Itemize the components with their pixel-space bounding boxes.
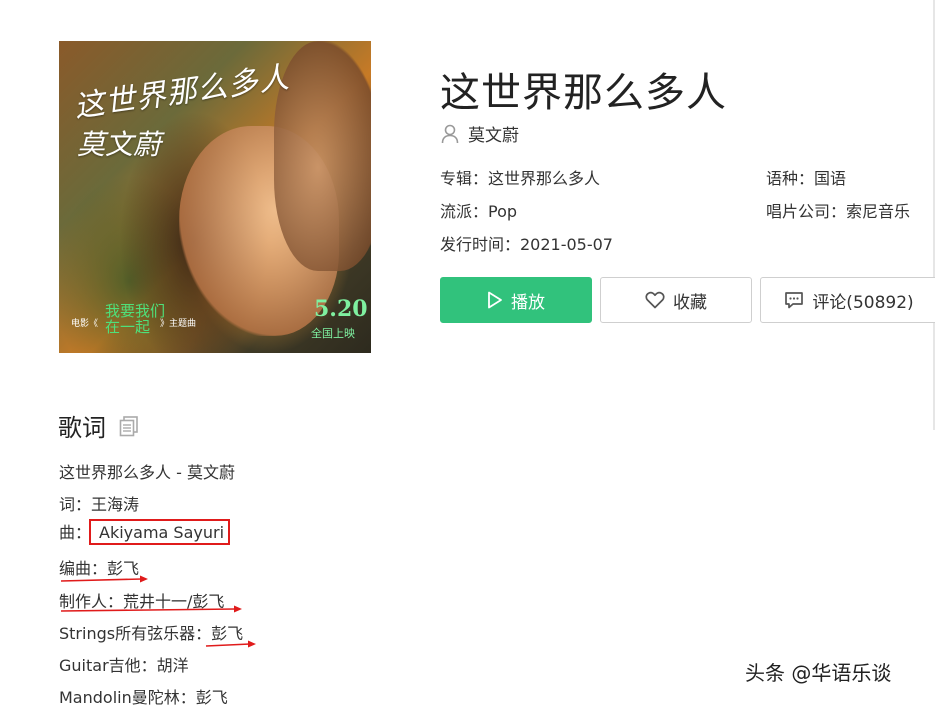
arrow-annotation bbox=[60, 605, 242, 613]
annotation-arrows bbox=[60, 575, 256, 648]
arrow-annotation bbox=[60, 575, 148, 583]
arrow-annotation bbox=[205, 640, 256, 648]
watermark: 头条 @华语乐谈 bbox=[745, 661, 892, 685]
